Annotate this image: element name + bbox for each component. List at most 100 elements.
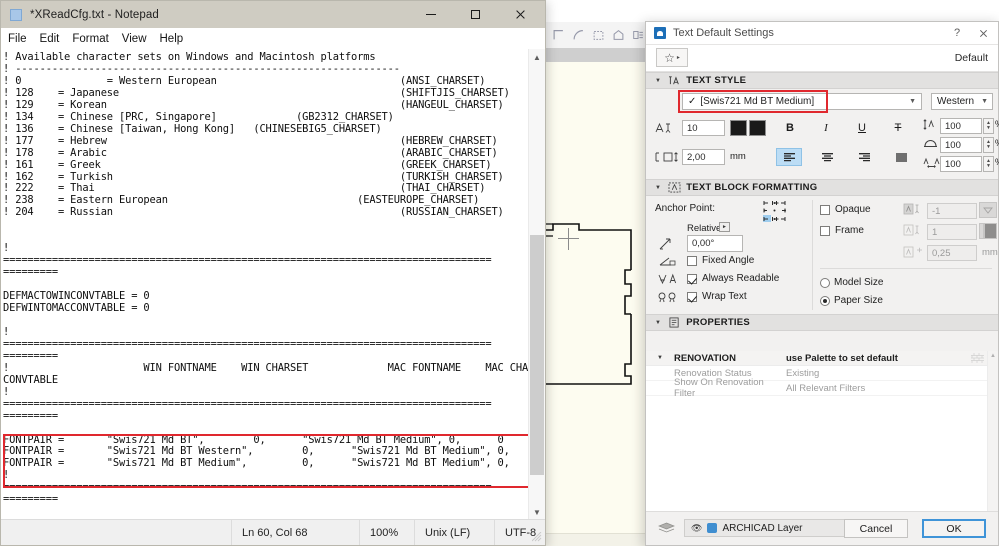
menu-view[interactable]: View — [122, 33, 147, 45]
chevron-down-icon[interactable]: ▼ — [655, 320, 661, 326]
chevron-right-icon: ▸ — [676, 55, 680, 61]
align-justify-button[interactable] — [888, 148, 914, 166]
roof-icon[interactable] — [611, 28, 626, 42]
minimize-icon — [425, 14, 436, 15]
dialog-close-button[interactable] — [970, 22, 996, 44]
notepad-text-content[interactable]: ! Available character sets on Windows an… — [3, 51, 545, 506]
underline-button[interactable]: U — [851, 119, 873, 136]
rotation-angle-input[interactable]: 0,00° — [687, 235, 743, 252]
wrap-text-checkbox[interactable] — [687, 292, 697, 302]
align-justify-icon — [895, 152, 907, 162]
anchor-point-selector[interactable] — [763, 200, 790, 222]
character-spacing-stepper[interactable]: ▲ ▼ — [983, 156, 994, 172]
notepad-vertical-scrollbar[interactable]: ▲ ▼ — [528, 49, 545, 520]
properties-scrollbar[interactable]: ▲ — [987, 351, 998, 512]
chevron-down-icon[interactable]: ▼ — [909, 98, 916, 105]
close-button[interactable] — [498, 1, 543, 28]
notepad-window[interactable]: *XReadCfg.txt - Notepad File Edit Format… — [0, 0, 546, 546]
align-left-button[interactable] — [776, 148, 802, 166]
paper-size-radio[interactable] — [820, 296, 830, 306]
notepad-menu-bar[interactable]: File Edit Format View Help — [1, 28, 545, 49]
properties-group-header[interactable]: ▼ RENOVATION use Palette to set default — [646, 351, 998, 366]
menu-help[interactable]: Help — [160, 33, 184, 45]
table-row[interactable]: Show On Renovation Filter All Relevant F… — [646, 377, 998, 399]
notepad-title-bar[interactable]: *XReadCfg.txt - Notepad — [1, 1, 545, 28]
section-header-text-style[interactable]: ▼ TEXT STYLE — [646, 72, 998, 89]
chevron-down-icon[interactable]: ▼ — [646, 355, 674, 361]
scrollbar-thumb[interactable] — [530, 235, 544, 475]
resize-grip-icon[interactable] — [532, 532, 542, 542]
menu-file[interactable]: File — [8, 33, 27, 45]
character-arc-input[interactable]: 100 — [940, 137, 982, 153]
opaque-pen-input[interactable]: -1 — [927, 203, 977, 219]
opaque-fill-swatch[interactable] — [979, 202, 997, 218]
fill-icon[interactable] — [591, 28, 606, 42]
ok-button[interactable]: OK — [922, 519, 986, 538]
favorites-button[interactable]: ☆ ▸ — [656, 48, 688, 67]
brick-pattern-icon — [971, 353, 984, 363]
section-header-text-block-formatting[interactable]: ▼ TEXT BLOCK FORMATTING — [646, 179, 998, 196]
status-zoom-level[interactable]: 100% — [359, 520, 414, 545]
dialog-title-bar[interactable]: Text Default Settings ? — [646, 22, 998, 45]
text-color-swatch[interactable] — [730, 120, 766, 136]
property-value[interactable]: All Relevant Filters — [786, 383, 998, 394]
minimize-button[interactable] — [408, 1, 453, 28]
chevron-down-icon[interactable]: ▼ — [655, 78, 661, 84]
chevron-right-icon: ► — [722, 224, 727, 230]
fixed-angle-checkbox[interactable] — [687, 256, 697, 266]
menu-format[interactable]: Format — [72, 33, 108, 45]
eye-icon[interactable]: 👁 — [691, 523, 702, 534]
cancel-button[interactable]: Cancel — [844, 519, 908, 538]
notepad-text-area[interactable]: ! Available character sets on Windows an… — [1, 49, 545, 520]
property-name: Show On Renovation Filter — [674, 377, 764, 399]
scroll-up-arrow[interactable]: ▲ — [529, 49, 545, 65]
frame-color-swatch[interactable] — [979, 223, 997, 239]
character-width-input[interactable]: 100 — [940, 118, 982, 134]
relative-toggle-button[interactable]: ► — [719, 222, 730, 232]
text-style-controls: 10 2,00 mm B I U T 100 ▲ ▼ 100 ▲ ▼ 100 ▲… — [646, 115, 999, 179]
properties-icon — [669, 317, 679, 328]
section-header-properties[interactable]: ▼ PROPERTIES — [646, 314, 998, 331]
maximize-button[interactable] — [453, 1, 498, 28]
character-arc-stepper[interactable]: ▲ ▼ — [983, 137, 994, 153]
align-center-button[interactable] — [814, 148, 840, 166]
model-size-radio[interactable] — [820, 278, 830, 288]
fixed-angle-icon — [659, 257, 676, 266]
frame-thickness-input[interactable]: 0,25 — [927, 245, 977, 261]
properties-table[interactable]: ▼ RENOVATION use Palette to set default … — [646, 351, 998, 512]
menu-edit[interactable]: Edit — [40, 33, 60, 45]
font-size-input[interactable]: 10 — [682, 120, 725, 136]
scroll-down-arrow[interactable]: ▼ — [529, 504, 545, 520]
chevron-down-icon[interactable]: ▼ — [655, 185, 661, 191]
opaque-checkbox[interactable] — [820, 205, 830, 215]
relative-label: Relative — [687, 223, 722, 234]
italic-button[interactable]: I — [815, 119, 837, 136]
charset-combobox[interactable]: Western ▼ — [931, 93, 993, 110]
scroll-up-arrow[interactable]: ▲ — [990, 353, 996, 359]
frame-pen-input[interactable]: 1 — [927, 224, 977, 240]
frame-checkbox[interactable] — [820, 226, 830, 236]
property-value[interactable]: Existing — [786, 368, 998, 379]
line-spacing-input[interactable]: 2,00 — [682, 149, 725, 165]
font-name-combobox[interactable]: ✓ [Swis721 Md BT Medium] ▼ — [682, 93, 922, 110]
zone-icon[interactable] — [631, 28, 646, 42]
percent-label-2: % — [995, 138, 999, 148]
chevron-down-icon[interactable]: ▼ — [981, 98, 988, 105]
align-left-icon — [783, 152, 795, 161]
bold-button[interactable]: B — [779, 119, 801, 136]
text-default-settings-dialog[interactable]: Text Default Settings ? ☆ ▸ Default ▼ TE… — [645, 21, 999, 546]
arc-icon[interactable] — [571, 28, 586, 42]
align-right-button[interactable] — [851, 148, 877, 166]
strikethrough-button[interactable]: T — [887, 119, 909, 136]
character-width-stepper[interactable]: ▲ ▼ — [983, 118, 994, 134]
anchor-point-label: Anchor Point: — [655, 203, 716, 214]
vertical-divider — [812, 200, 813, 310]
dialog-title: Text Default Settings — [673, 27, 774, 39]
character-spacing-input[interactable]: 100 — [940, 156, 982, 172]
status-line-ending[interactable]: Unix (LF) — [414, 520, 494, 545]
help-button[interactable]: ? — [944, 22, 970, 44]
corner-icon[interactable] — [551, 28, 566, 42]
favorites-bar[interactable]: ☆ ▸ Default — [646, 45, 998, 72]
notepad-icon — [10, 8, 22, 21]
always-readable-checkbox[interactable] — [687, 274, 697, 284]
